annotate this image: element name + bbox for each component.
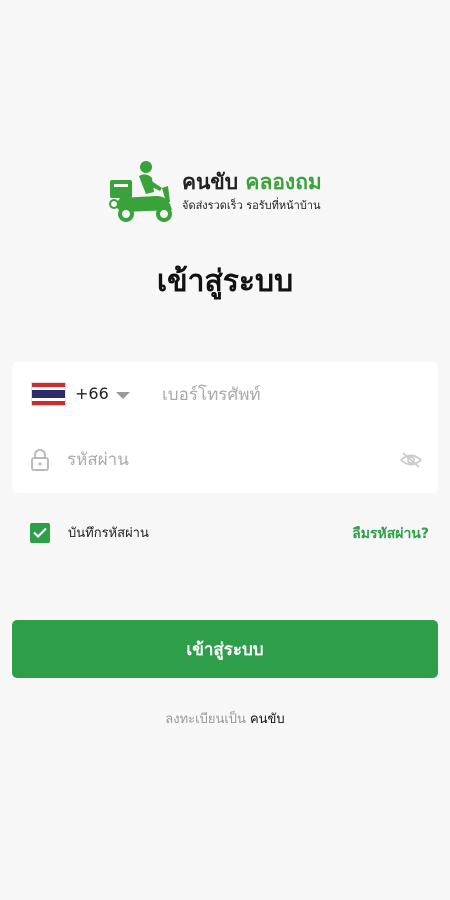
brand-tagline: จัดส่งรวดเร็ว รอรับที่หน้าบ้าน (182, 198, 321, 212)
password-row (12, 428, 438, 493)
lock-icon (31, 449, 49, 471)
thailand-flag-icon[interactable] (31, 382, 66, 406)
chevron-down-icon[interactable] (116, 392, 130, 399)
phone-number-input[interactable] (162, 380, 412, 410)
brand-name: คนขับ คลองถม (182, 169, 322, 195)
page-title: เข้าสู่ระบบ (156, 264, 294, 299)
brand-name-part1: คนขับ (182, 169, 239, 194)
register-prompt-text: ลงทะเบียนเป็น (165, 712, 246, 727)
phone-row: +66 (12, 362, 438, 428)
password-input[interactable] (67, 445, 367, 475)
check-icon (33, 527, 47, 538)
login-form-card: +66 (12, 362, 438, 493)
brand-text: คนขับ คลองถม จัดส่งรวดเร็ว รอรับที่หน้าบ… (182, 169, 322, 214)
remember-password-checkbox[interactable] (30, 522, 50, 543)
forgot-password-link[interactable]: ลืมรหัสผ่าน? (352, 523, 429, 545)
remember-password-label: บันทึกรหัสผ่าน (68, 526, 149, 541)
brand-name-part2: คลองถม (245, 169, 322, 194)
remember-password: บันทึกรหัสผ่าน (30, 522, 149, 543)
scooter-rider-logo-icon (109, 161, 172, 222)
register-driver-link[interactable]: คนขับ (250, 712, 285, 727)
eye-slash-icon[interactable] (400, 451, 422, 469)
login-button[interactable]: เข้าสู่ระบบ (12, 620, 438, 678)
app-logo: คนขับ คลองถม จัดส่งรวดเร็ว รอรับที่หน้าบ… (106, 158, 322, 224)
register-prompt: ลงทะเบียนเป็น คนขับ (0, 708, 450, 729)
dial-code[interactable]: +66 (75, 384, 109, 403)
